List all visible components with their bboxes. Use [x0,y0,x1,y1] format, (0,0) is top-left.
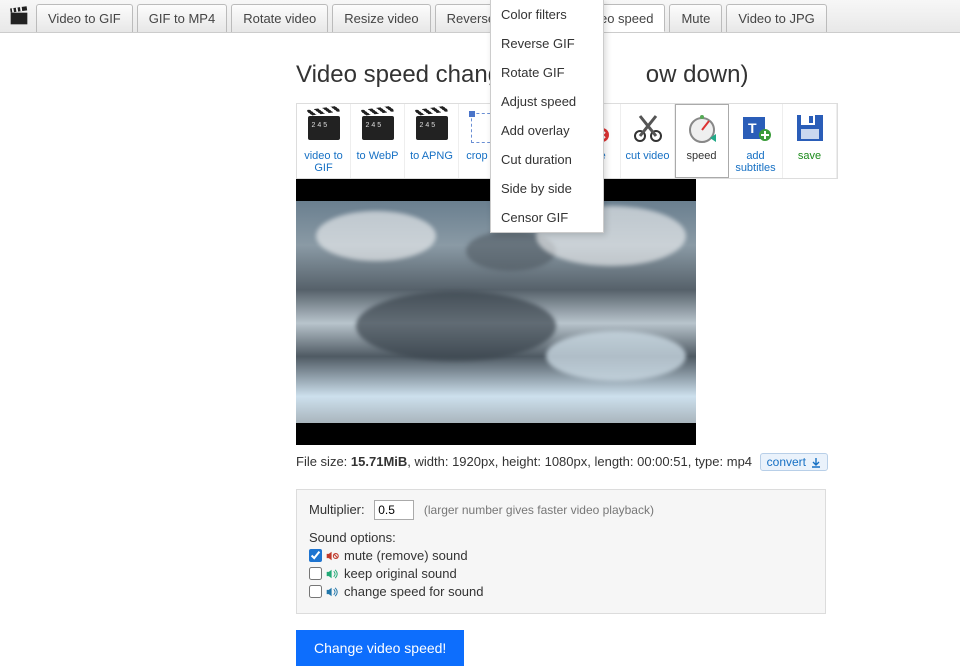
tool-cut-video[interactable]: cut video [621,104,675,178]
multiplier-label: Multiplier: [309,502,365,517]
sound-options-header: Sound options: [309,530,813,545]
convert-button[interactable]: convert [760,453,829,471]
dropdown-menu[interactable]: Color filtersReverse GIFRotate GIFAdjust… [490,0,604,233]
tool-speed[interactable]: speed [675,104,729,178]
top-tab[interactable]: Resize video [332,4,430,32]
multiplier-input[interactable] [374,500,414,520]
top-tab[interactable]: Video to GIF [36,4,133,32]
tool-add-subtitles[interactable]: Tadd subtitles [729,104,783,178]
main-content: Video speed changer ow down) video to GI… [0,33,960,666]
top-tab[interactable]: Rotate video [231,4,328,32]
clapper-icon [360,110,396,146]
page-title: Video speed changer ow down) [296,61,960,89]
cut-icon [630,110,666,146]
tool-to-APNG[interactable]: to APNG [405,104,459,178]
options-form: Multiplier: (larger number gives faster … [296,489,826,614]
dropdown-item[interactable]: Add overlay [491,116,603,145]
tool-to-WebP[interactable]: to WebP [351,104,405,178]
top-tab[interactable]: Video to JPG [726,4,826,32]
clapper-icon [414,110,450,146]
dropdown-item[interactable]: Cut duration [491,145,603,174]
dropdown-item[interactable]: Censor GIF [491,203,603,232]
sound-checkbox[interactable] [309,549,322,562]
speed-icon [684,110,720,146]
clapper-icon [306,110,342,146]
top-tab[interactable]: Mute [669,4,722,32]
sound-checkbox[interactable] [309,585,322,598]
sound-option[interactable]: change speed for sound [309,584,813,599]
submit-button[interactable]: Change video speed! [296,630,464,666]
dropdown-item[interactable]: Rotate GIF [491,58,603,87]
dropdown-item[interactable]: Adjust speed [491,87,603,116]
sound-checkbox[interactable] [309,567,322,580]
app-logo [4,0,34,32]
dropdown-item[interactable]: Color filters [491,0,603,29]
tool-save[interactable]: save [783,104,837,178]
multiplier-hint: (larger number gives faster video playba… [424,503,654,517]
subs-icon: T [738,110,774,146]
dropdown-item[interactable]: Side by side [491,174,603,203]
file-info: File size: 15.71MiB, width: 1920px, heig… [296,453,960,471]
sound-options: Sound options: mute (remove) sound keep … [309,530,813,599]
save-icon [792,110,828,146]
sound-option[interactable]: mute (remove) sound [309,548,813,563]
top-tab[interactable]: GIF to MP4 [137,4,227,32]
svg-text:T: T [748,120,757,136]
sound-option[interactable]: keep original sound [309,566,813,581]
tool-video-to-GIF[interactable]: video to GIF [297,104,351,178]
top-tab-bar: Video to GIFGIF to MP4Rotate videoResize… [0,0,960,33]
dropdown-item[interactable]: Reverse GIF [491,29,603,58]
